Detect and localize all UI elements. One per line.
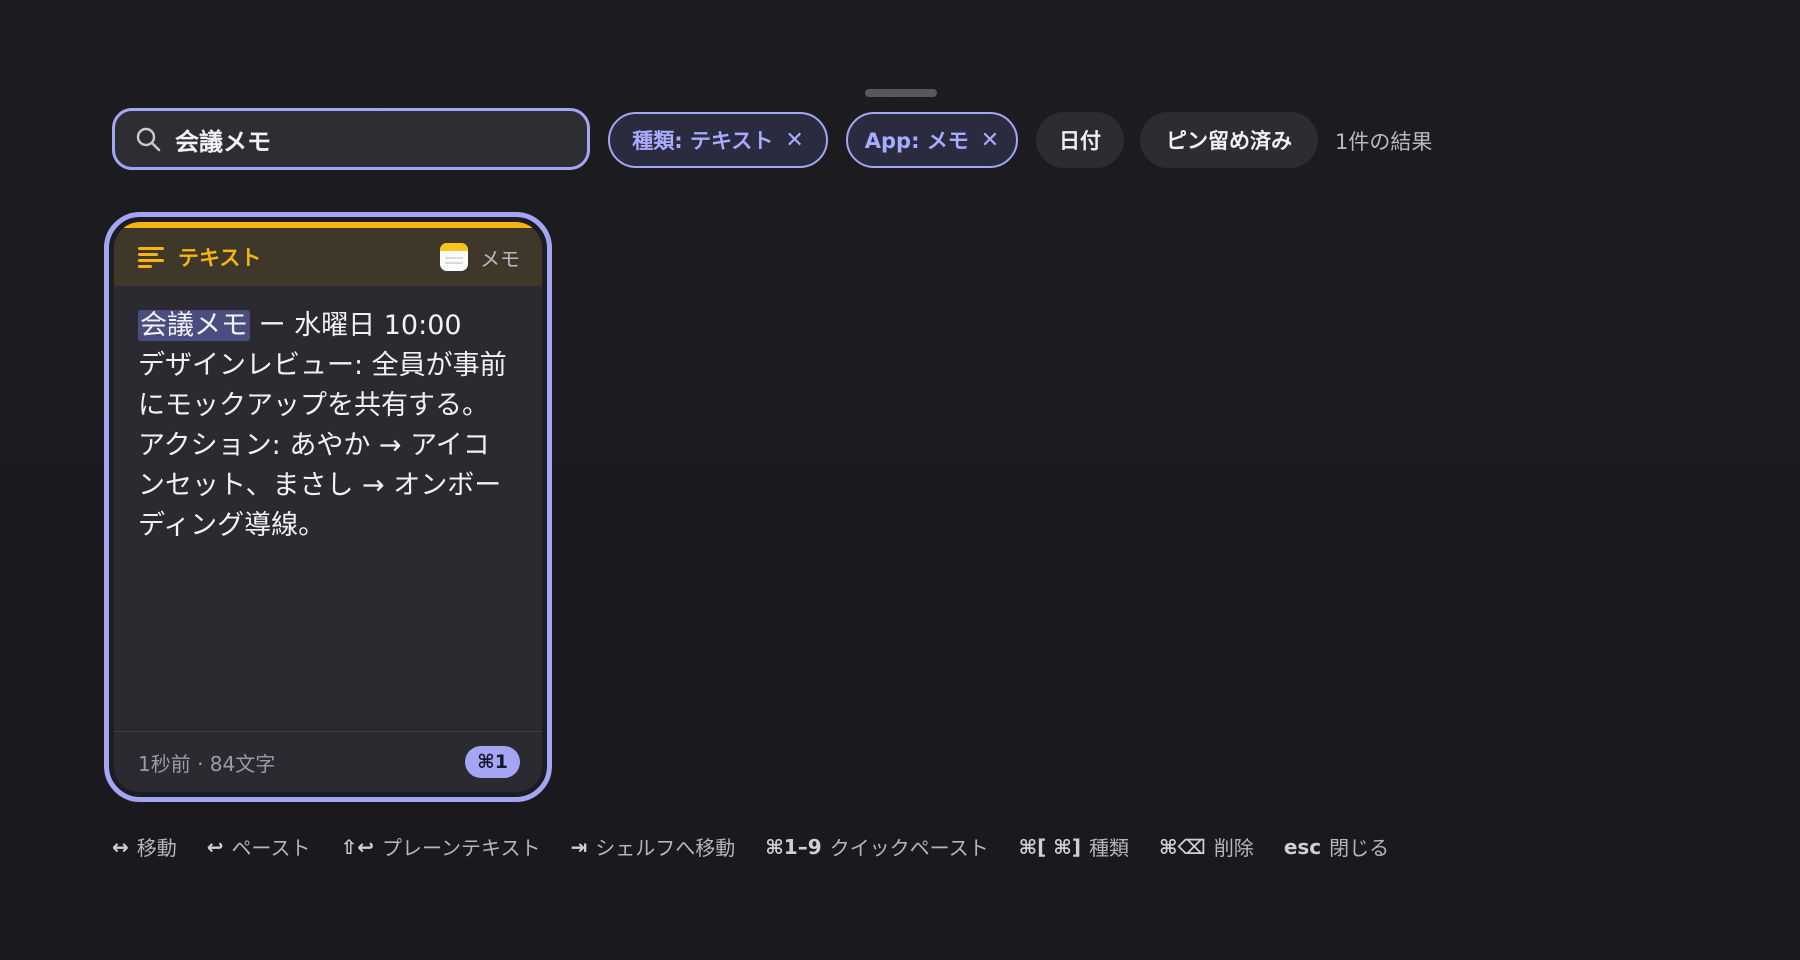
magnifier-icon: [136, 127, 161, 152]
filter-chip-type[interactable]: 種類: テキスト ✕: [608, 112, 828, 168]
shortcut-hint-move: ↔ 移動: [112, 832, 177, 861]
card-meta: 1秒前 · 84文字: [138, 751, 276, 776]
arrows-key-icon: ↔: [112, 834, 129, 859]
tab-key-icon: ⇥: [570, 834, 588, 859]
shortcut-label: ペースト: [231, 836, 311, 860]
clip-card[interactable]: テキスト メモ 会議メモ ー 水曜日 10:00 デザインレビュー: 全員が事前…: [104, 212, 552, 802]
shortcut-label: プレーンテキスト: [382, 836, 541, 860]
shortcut-hint-paste: ↩ ペースト: [207, 832, 311, 861]
shortcut-label: シェルフへ移動: [595, 836, 736, 860]
filter-chip-date-label: 日付: [1059, 129, 1101, 153]
shortcut-label: 種類: [1088, 836, 1129, 860]
filter-chip-pinned[interactable]: ピン留め済み: [1140, 112, 1318, 168]
result-count: 1件の結果: [1335, 130, 1433, 154]
search-field[interactable]: [112, 108, 590, 170]
filter-chip-pinned-label: ピン留め済み: [1166, 129, 1292, 153]
card-type-label: テキスト: [178, 246, 262, 270]
shortcut-hint-delete: ⌘⌫ 削除: [1159, 832, 1254, 861]
card-body-line: デザインレビュー: 全員が事前にモックアップを共有する。: [138, 350, 507, 421]
clipboard-panel: 種類: テキスト ✕ App: メモ ✕ 日付 ピン留め済み 1件の結果 テキス…: [0, 0, 1800, 960]
esc-key: esc: [1283, 834, 1322, 859]
card-app-label: メモ: [480, 246, 520, 271]
notes-app-icon: [440, 243, 468, 271]
search-input[interactable]: [175, 125, 555, 153]
shortcut-hint-quick-paste: ⌘1–9 クイックペースト: [765, 832, 988, 861]
shortcut-hint-plain-text: ⇧↩ プレーンテキスト: [341, 832, 541, 861]
drag-handle[interactable]: [865, 89, 937, 97]
shift-return-key-icon: ⇧↩: [340, 834, 375, 859]
shortcut-label: 削除: [1213, 836, 1254, 860]
shortcut-label: 閉じる: [1329, 836, 1390, 860]
card-content: 会議メモ ー 水曜日 10:00 デザインレビュー: 全員が事前にモックアップを…: [114, 286, 542, 546]
card-title-rest: ー 水曜日 10:00: [250, 310, 462, 341]
shortcut-bar: ↔ 移動 ↩ ペースト ⇧↩ プレーンテキスト ⇥ シェルフへ移動 ⌘1–9 ク…: [112, 832, 1419, 861]
text-lines-icon: [138, 247, 164, 268]
return-key-icon: ↩: [206, 834, 224, 859]
card-header: テキスト メモ: [114, 228, 542, 286]
shortcut-hint-shelf: ⇥ シェルフへ移動: [570, 832, 735, 861]
shortcut-label: クイックペースト: [829, 836, 989, 860]
command-digits-key: ⌘1–9: [765, 834, 822, 859]
shortcut-hint-close: esc 閉じる: [1284, 832, 1389, 861]
filter-chip-type-label: 種類: テキスト: [632, 129, 774, 153]
card-footer: 1秒前 · 84文字 ⌘1: [114, 731, 542, 792]
remove-filter-type-icon[interactable]: ✕: [785, 128, 803, 153]
card-body-line: アクション: あやか → アイコンセット、まさし → オンボーディング導線。: [138, 430, 502, 541]
search-match-highlight: 会議メモ: [138, 310, 250, 341]
filter-chip-app[interactable]: App: メモ ✕: [846, 112, 1018, 168]
shortcut-hint-type: ⌘[ ⌘] 種類: [1019, 832, 1129, 861]
command-delete-key-icon: ⌘⌫: [1158, 834, 1206, 859]
quick-paste-badge: ⌘1: [465, 746, 520, 778]
card-title-line: 会議メモ ー 水曜日 10:00: [138, 306, 516, 346]
command-bracket-key: ⌘[ ⌘]: [1018, 834, 1081, 859]
remove-filter-app-icon[interactable]: ✕: [981, 128, 999, 153]
filter-chip-date[interactable]: 日付: [1036, 112, 1124, 168]
shortcut-label: 移動: [136, 836, 177, 860]
filter-chip-app-label: App: メモ: [864, 129, 969, 153]
